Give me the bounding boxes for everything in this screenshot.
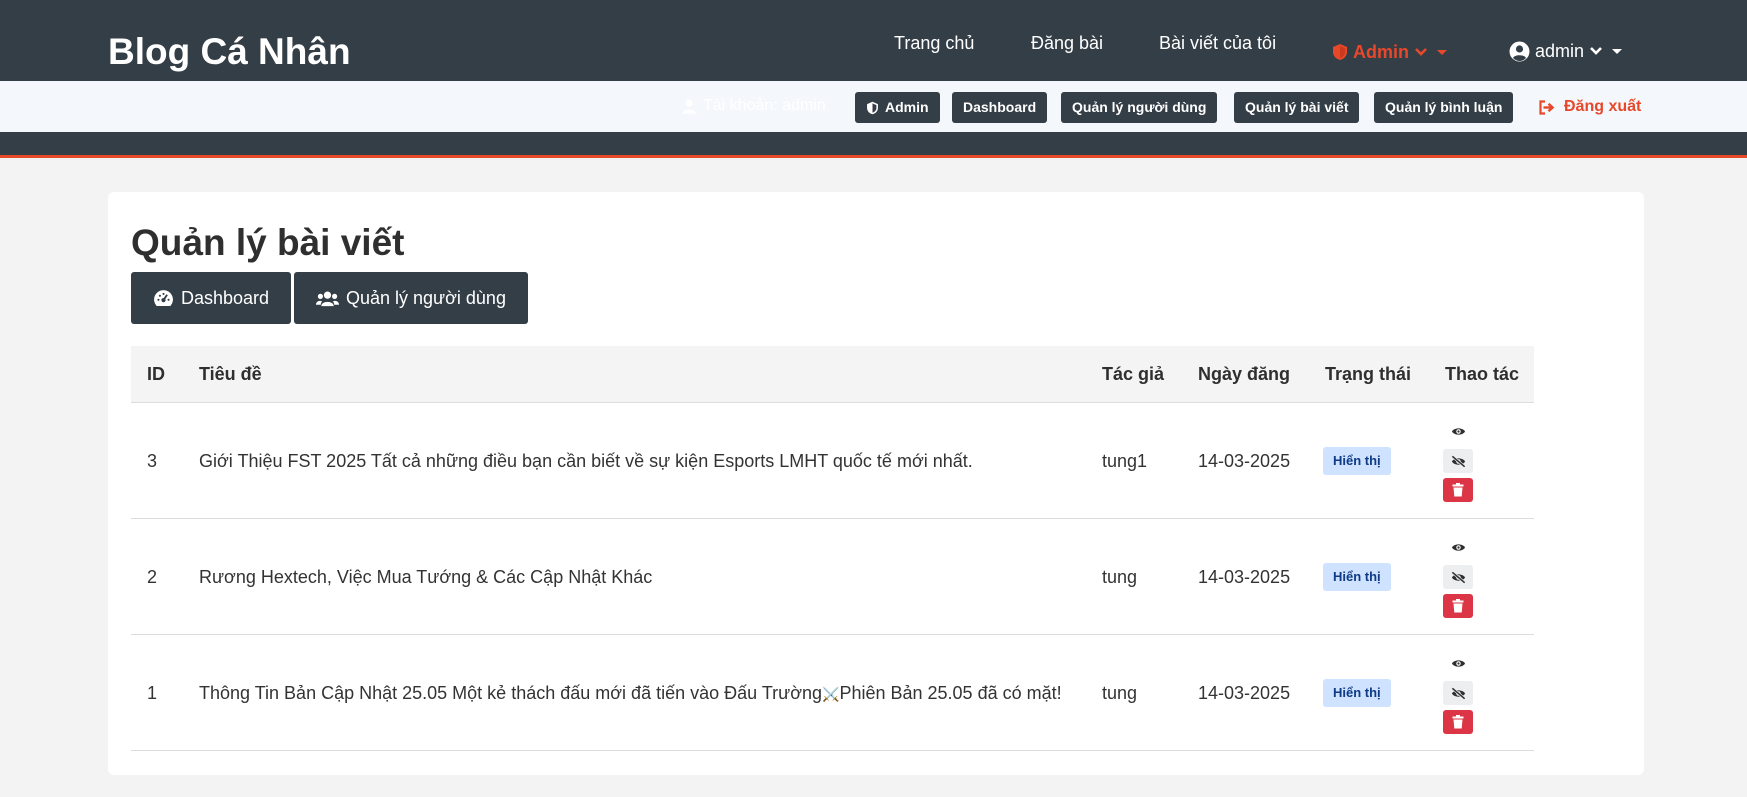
post-title: Rương Hextech, Việc Mua Tướng & Các Cập … (199, 567, 653, 587)
post-author: tung (1102, 567, 1138, 587)
nav-link-my-posts[interactable]: Bài viết của tôi (1159, 31, 1276, 55)
chip-admin-label: Admin (885, 99, 929, 115)
trash-icon (1452, 599, 1464, 613)
post-title-part: Phiên Bản 25.05 đã có mặt! (839, 683, 1062, 703)
sign-out-icon (1539, 99, 1555, 115)
delete-button[interactable] (1443, 710, 1473, 734)
table-row: 2 Rương Hextech, Việc Mua Tướng & Các Cậ… (131, 519, 1534, 635)
users-icon (316, 291, 339, 306)
user-menu-label: admin (1535, 41, 1585, 61)
chip-manage-comments[interactable]: Quản lý bình luận (1374, 92, 1514, 123)
view-button[interactable] (1443, 535, 1473, 559)
column-header-id[interactable]: ID (147, 346, 165, 403)
chip-admin[interactable]: Admin (855, 92, 940, 123)
status-badge: Hiển thị (1323, 447, 1391, 475)
status-badge: Hiển thị (1323, 679, 1391, 707)
row-actions (1443, 535, 1473, 621)
shield-icon (867, 101, 878, 114)
caret-down-icon (1612, 48, 1623, 54)
account-info: Tài khoản: admin (682, 97, 826, 115)
account-label: Tài khoản: admin (703, 97, 826, 114)
content-card: Quản lý bài viết Dashboard Quản lý người… (108, 192, 1644, 775)
admin-menu-toggle[interactable]: Admin (1332, 41, 1447, 63)
post-author: tung (1102, 683, 1138, 703)
dashboard-button[interactable]: Dashboard (131, 272, 292, 324)
caret-down-icon (1437, 49, 1447, 55)
column-header-title[interactable]: Tiêu đề (199, 346, 262, 403)
table-row: 1 Thông Tin Bản Cập Nhật 25.05 Một kẻ th… (131, 635, 1534, 751)
admin-menu-label: Admin (1353, 42, 1409, 62)
page-title: Quản lý bài viết (131, 222, 405, 263)
accent-divider (0, 155, 1747, 158)
eye-slash-icon (1450, 454, 1466, 468)
nav-link-home[interactable]: Trang chủ (894, 31, 974, 55)
top-navbar: Blog Cá Nhân Trang chủ Đăng bài Bài viết… (0, 0, 1747, 81)
hide-button[interactable] (1443, 449, 1473, 473)
user-circle-icon (1509, 41, 1530, 61)
posts-table: ID Tiêu đề Tác giả Ngày đăng Trạng thái … (131, 346, 1534, 751)
status-badge: Hiển thị (1323, 563, 1391, 591)
user-icon (682, 99, 696, 113)
column-header-author[interactable]: Tác giả (1102, 346, 1164, 403)
post-date: 14-03-2025 (1198, 683, 1291, 703)
eye-icon (1451, 659, 1465, 667)
chip-manage-posts[interactable]: Quản lý bài viết (1234, 92, 1360, 123)
post-title: Thông Tin Bản Cập Nhật 25.05 Một kẻ thác… (199, 635, 1062, 752)
post-date: 14-03-2025 (1198, 567, 1291, 587)
eye-icon (1451, 427, 1465, 435)
header-band (0, 132, 1747, 157)
dashboard-button-label: Dashboard (181, 288, 270, 308)
eye-icon (1451, 543, 1465, 551)
manage-users-button-label: Quản lý người dùng (346, 288, 506, 308)
post-date: 14-03-2025 (1198, 451, 1291, 471)
post-id: 1 (147, 683, 158, 703)
table-row: 3 Giới Thiệu FST 2025 Tất cả những điều … (131, 403, 1534, 519)
nav-link-new-post[interactable]: Đăng bài (1031, 31, 1103, 55)
delete-button[interactable] (1443, 594, 1473, 618)
chip-manage-users[interactable]: Quản lý người dùng (1061, 92, 1218, 123)
eye-slash-icon (1450, 570, 1466, 584)
trash-icon (1452, 715, 1464, 729)
gauge-icon (154, 290, 173, 306)
table-header: ID Tiêu đề Tác giả Ngày đăng Trạng thái … (131, 346, 1534, 403)
shield-icon (1333, 44, 1347, 60)
delete-button[interactable] (1443, 478, 1473, 502)
post-title-part: Thông Tin Bản Cập Nhật 25.05 Một kẻ thác… (199, 683, 823, 703)
column-header-actions: Thao tác (1445, 364, 1520, 384)
manage-users-button[interactable]: Quản lý người dùng (294, 272, 528, 324)
logout-link[interactable]: Đăng xuất (1538, 96, 1641, 118)
user-menu-toggle[interactable]: admin (1509, 39, 1623, 63)
view-button[interactable] (1443, 651, 1473, 675)
post-id: 2 (147, 567, 158, 587)
hide-button[interactable] (1443, 681, 1473, 705)
site-brand[interactable]: Blog Cá Nhân (108, 30, 351, 74)
trash-icon (1452, 483, 1464, 497)
column-header-status[interactable]: Trạng thái (1325, 346, 1411, 403)
post-title: Giới Thiệu FST 2025 Tất cả những điều bạ… (199, 451, 973, 471)
chip-dashboard[interactable]: Dashboard (952, 92, 1048, 123)
eye-slash-icon (1450, 686, 1466, 700)
column-header-date[interactable]: Ngày đăng (1198, 346, 1290, 403)
row-actions (1443, 651, 1473, 737)
view-button[interactable] (1443, 419, 1473, 443)
chevron-down-icon (1415, 48, 1427, 56)
admin-toolbar: Tài khoản: admin Admin Dashboard Quản lý… (0, 81, 1747, 132)
hide-button[interactable] (1443, 565, 1473, 589)
post-id: 3 (147, 451, 158, 471)
post-author: tung1 (1102, 451, 1148, 471)
row-actions (1443, 419, 1473, 505)
chevron-down-icon (1590, 47, 1602, 55)
crossed-swords-icon: ⚔️ (822, 686, 840, 703)
logout-label: Đăng xuất (1564, 98, 1642, 115)
